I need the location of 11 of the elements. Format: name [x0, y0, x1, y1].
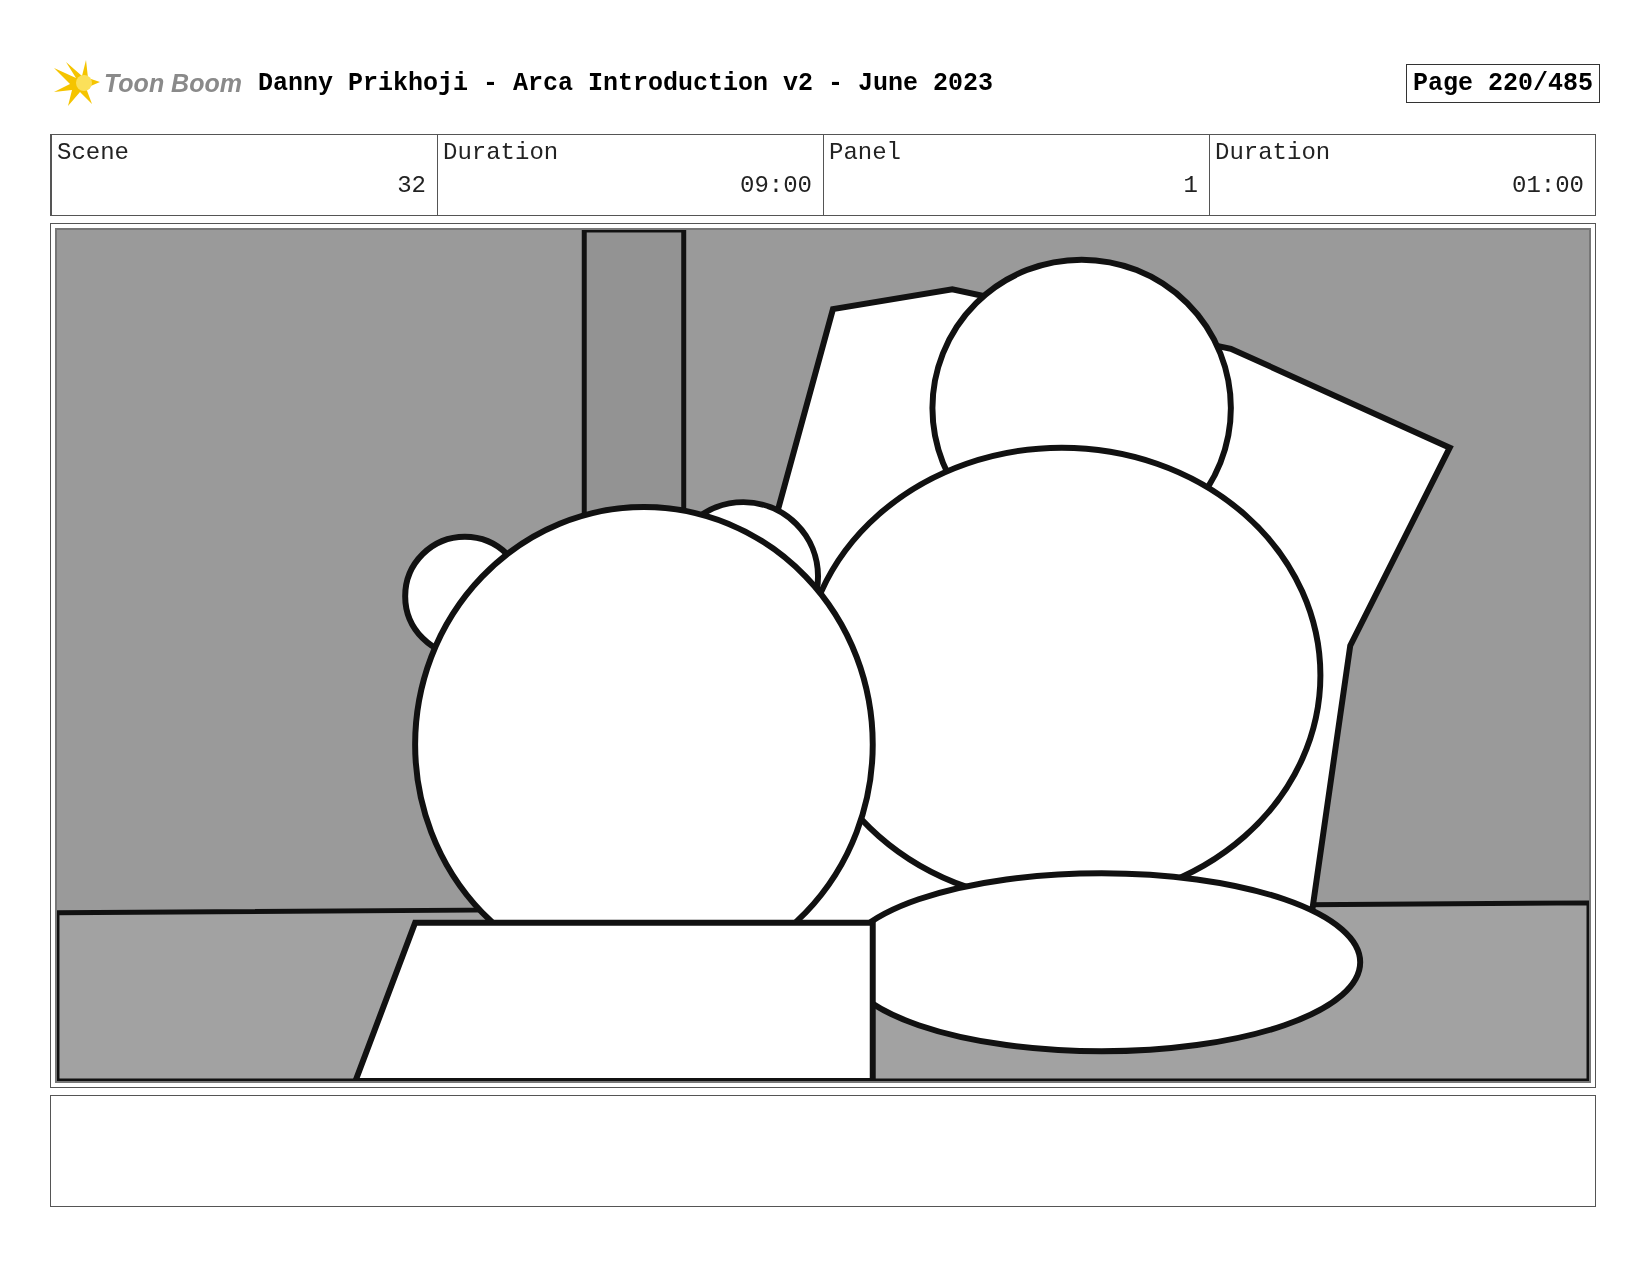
field-label: Duration — [1215, 139, 1332, 166]
field-value: 32 — [397, 172, 426, 199]
field-label: Scene — [57, 139, 130, 166]
field-value: 01:00 — [1512, 172, 1584, 199]
storyboard-title: Danny Prikhoji - Arca Introduction v2 - June 2023 — [257, 68, 995, 98]
logo-text: Toon Boom — [104, 68, 242, 98]
field-label: Panel — [829, 139, 902, 166]
field-label: Duration — [443, 139, 560, 166]
field-value: 1 — [1183, 172, 1198, 199]
page-number: Page 220/485 — [1405, 63, 1600, 103]
field-value: 09:00 — [740, 172, 812, 199]
